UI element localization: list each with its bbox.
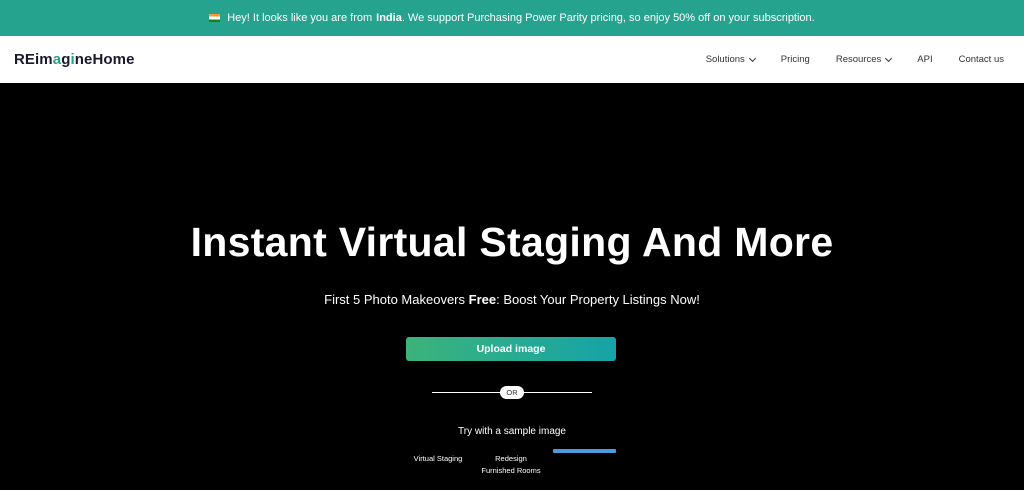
nav-item-label: Solutions — [705, 54, 745, 65]
promo-suffix: . We support Purchasing Power Parity pri… — [401, 12, 815, 24]
nav-item-label: Contact us — [958, 54, 1004, 65]
promo-banner: Hey! It looks like you are from India. W… — [0, 0, 1024, 36]
subtitle-part: : Boost Your Property Listings Now! — [496, 292, 700, 307]
nav-item-pricing[interactable]: Pricing — [781, 54, 810, 65]
nav-item-solutions[interactable]: Solutions — [705, 54, 756, 65]
nav-item-label: Resources — [835, 54, 882, 65]
top-nav: REimagineHome Solutions Pricing Resource… — [0, 36, 1024, 83]
chevron-down-icon — [885, 54, 893, 62]
nav-item-contact[interactable]: Contact us — [959, 54, 1004, 65]
hero-title: Instant Virtual Staging And More — [190, 219, 834, 265]
upload-image-button[interactable]: Upload image — [406, 337, 616, 361]
nav-item-label: Pricing — [780, 54, 810, 65]
subtitle-part: First 5 Photo Makeovers — [324, 292, 469, 307]
nav-item-api[interactable]: API — [917, 54, 932, 65]
logo-accent: a — [52, 51, 62, 68]
logo[interactable]: REimagineHome — [14, 51, 135, 68]
logo-part: REim — [14, 51, 53, 68]
nav-menu: Solutions Pricing Resources API Contact … — [706, 54, 1004, 65]
or-separator: OR — [500, 386, 524, 399]
hero-section: Instant Virtual Staging And More First 5… — [0, 83, 1024, 490]
logo-part: neHome — [74, 51, 135, 68]
promo-country: India — [376, 12, 402, 24]
sample-title: Try with a sample image — [458, 426, 566, 437]
chevron-down-icon — [748, 54, 756, 62]
sample-option-tab-indicator[interactable] — [553, 449, 616, 453]
subtitle-bold: Free — [468, 292, 497, 307]
sample-option-redesign[interactable]: Redesign Furnished Rooms — [475, 453, 547, 477]
nav-item-resources[interactable]: Resources — [835, 54, 893, 65]
nav-item-label: API — [917, 54, 933, 65]
hero-subtitle: First 5 Photo Makeovers Free: Boost Your… — [0, 292, 1024, 307]
india-flag-icon — [209, 14, 221, 22]
promo-prefix: Hey! It looks like you are from — [227, 12, 373, 24]
sample-option-virtual-staging[interactable]: Virtual Staging — [405, 453, 471, 465]
